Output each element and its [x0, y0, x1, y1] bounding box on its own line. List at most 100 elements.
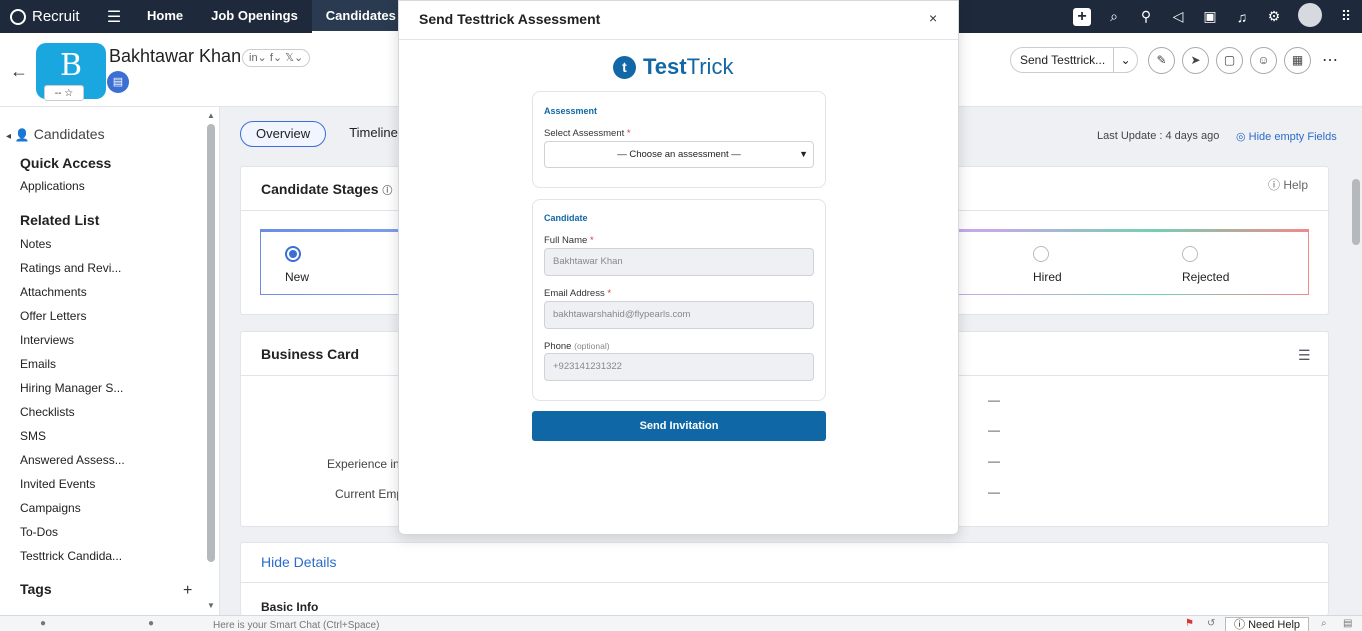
sidebar-item[interactable]: Emails — [20, 357, 56, 371]
hide-details-link[interactable]: Hide Details — [261, 554, 336, 570]
calendar-icon[interactable]: ▣ — [1194, 8, 1226, 25]
chat-icon[interactable]: ● — [40, 618, 46, 629]
full-name-field[interactable]: Bakhtawar Khan — [544, 248, 814, 276]
nav-job-openings[interactable]: Job Openings — [197, 0, 312, 33]
send-testtrick-button[interactable]: Send Testtrick... ⌄ — [1010, 47, 1138, 73]
sidebar-item[interactable]: Offer Letters — [20, 309, 86, 323]
main-scrollbar[interactable] — [1352, 179, 1360, 245]
add-tag-button[interactable]: + — [183, 582, 192, 600]
assessment-section-title: Assessment — [544, 106, 598, 116]
smart-chat-input[interactable]: Here is your Smart Chat (Ctrl+Space) — [213, 620, 379, 631]
field-value: — — [988, 423, 1000, 437]
contacts-icon[interactable]: ● — [148, 618, 154, 629]
scroll-up-icon[interactable]: ▲ — [207, 111, 215, 120]
announce-icon[interactable]: ◁ — [1162, 8, 1194, 25]
testtrick-logo-icon: t — [613, 55, 636, 79]
need-help-label: Need Help — [1248, 619, 1301, 631]
stage-label-hired: Hired — [1033, 270, 1062, 284]
sidebar-item[interactable]: Attachments — [20, 285, 87, 299]
modal-title: Send Testtrick Assessment — [419, 11, 601, 27]
sidebar-item[interactable]: SMS — [20, 429, 46, 443]
chevron-down-icon[interactable]: ⌄ — [1113, 48, 1137, 72]
document-icon[interactable]: ▤ — [107, 71, 129, 93]
candidate-section: Candidate Full Name * Bakhtawar Khan Ema… — [532, 199, 826, 401]
chevron-down-icon: ▼ — [799, 149, 808, 159]
email-field[interactable]: bakhtawarshahid@flypearls.com — [544, 301, 814, 329]
sidebar-item[interactable]: Answered Assess... — [20, 453, 125, 467]
sidebar-item[interactable]: Invited Events — [20, 477, 95, 491]
candidate-name: Bakhtawar Khan — [109, 46, 242, 66]
need-help-button[interactable]: ⓘ Need Help — [1225, 617, 1310, 631]
nav-home[interactable]: Home — [133, 0, 197, 33]
assessment-select[interactable]: — Choose an assessment — ▼ — [544, 141, 814, 168]
rating-badge[interactable]: -- ☆ — [44, 85, 84, 101]
more-options-icon[interactable]: ⋯ — [1322, 50, 1338, 70]
alert-icon[interactable]: ⚑ — [1185, 618, 1194, 629]
social-links[interactable]: in⌄ f⌄ 𝕏⌄ — [242, 49, 311, 67]
search-icon[interactable]: ⌕ — [1321, 618, 1327, 629]
history-icon[interactable]: ↺ — [1207, 618, 1215, 629]
scroll-down-icon[interactable]: ▼ — [207, 601, 215, 610]
experience-label: Experience in — [327, 457, 400, 471]
gear-icon[interactable]: ⚙ — [1258, 8, 1290, 25]
sidebar-item[interactable]: Checklists — [20, 405, 75, 419]
bell-icon[interactable]: ♫ — [1226, 9, 1258, 25]
current-employer-label: Current Emp — [335, 487, 404, 501]
hide-empty-fields-link[interactable]: ◎ Hide empty Fields — [1236, 130, 1337, 143]
logo-word-test: Test — [643, 54, 687, 79]
business-card-title: Business Card — [261, 346, 360, 362]
sidebar-item[interactable]: Ratings and Revi... — [20, 261, 121, 275]
sidebar-module-label: Candidates — [33, 126, 105, 142]
stage-radio-rejected[interactable] — [1182, 246, 1198, 262]
last-update: Last Update : 4 days ago — [1097, 130, 1220, 142]
logo-word-trick: Trick — [686, 54, 734, 79]
assessment-section: Assessment Select Assessment * — Choose … — [532, 91, 826, 188]
full-name-label: Full Name * — [544, 235, 594, 246]
divider — [241, 582, 1330, 583]
sidebar: ◂ 👤 Candidates Quick Access Applications… — [0, 107, 220, 615]
help-link[interactable]: ⓘ Help — [1268, 176, 1308, 193]
schedule-icon[interactable]: ▦ — [1284, 47, 1311, 74]
sidebar-item[interactable]: Testtrick Candida... — [20, 549, 122, 563]
send-invitation-button[interactable]: Send Invitation — [532, 411, 826, 441]
note-icon[interactable]: ✎ — [1148, 47, 1175, 74]
candidate-avatar[interactable]: B -- ☆ — [36, 43, 106, 101]
help-label: Help — [1283, 178, 1309, 192]
tags-title: Tags — [20, 581, 52, 597]
sidebar-item[interactable]: Notes — [20, 237, 51, 251]
sidebar-item[interactable]: Hiring Manager S... — [20, 381, 123, 395]
back-arrow-icon[interactable]: ← — [10, 61, 28, 82]
phone-field[interactable]: +923141231322 — [544, 353, 814, 381]
question-icon: ⓘ — [1268, 178, 1284, 192]
list-view-icon[interactable]: ☰ — [1298, 347, 1311, 364]
record-tabs: Overview Timeline — [240, 121, 413, 147]
tab-overview[interactable]: Overview — [240, 121, 327, 147]
sidebar-module[interactable]: ◂ 👤 Candidates — [6, 126, 105, 142]
eye-off-icon: ◎ — [1236, 131, 1249, 143]
apps-grid-icon[interactable]: ⠿ — [1330, 8, 1362, 25]
briefcase-icon[interactable]: ▢ — [1216, 47, 1243, 74]
sidebar-item[interactable]: Campaigns — [20, 501, 81, 515]
sidebar-scrollbar[interactable] — [207, 124, 215, 562]
send-icon[interactable]: ➤ — [1182, 47, 1209, 74]
info-icon[interactable]: ⓘ — [382, 186, 392, 197]
stage-label-new: New — [285, 270, 310, 284]
close-icon[interactable]: × — [929, 10, 937, 26]
question-icon: ⓘ — [1234, 619, 1249, 631]
user-avatar[interactable] — [1290, 3, 1330, 30]
user-assign-icon[interactable]: ☺ — [1250, 47, 1277, 74]
sidebar-item[interactable]: To-Dos — [20, 525, 58, 539]
sidebar-item[interactable]: Interviews — [20, 333, 74, 347]
feedback-icon[interactable]: ▤ — [1343, 618, 1352, 629]
collapse-icon[interactable]: ◂ — [6, 131, 11, 142]
stage-radio-hired[interactable] — [1033, 246, 1049, 262]
search-icon[interactable]: ⌕ — [1098, 8, 1130, 25]
rocket-icon[interactable]: ⚲ — [1130, 8, 1162, 25]
menu-icon[interactable]: ☰ — [95, 7, 133, 27]
select-assessment-text: Select Assessment — [544, 128, 625, 139]
add-icon[interactable]: + — [1066, 7, 1098, 26]
nav-icons: + ⌕ ⚲ ◁ ▣ ♫ ⚙ ⠿ — [1066, 0, 1362, 33]
brand[interactable]: Recruit — [0, 8, 95, 25]
stage-radio-new[interactable] — [285, 246, 301, 262]
sidebar-item-applications[interactable]: Applications — [20, 179, 85, 193]
